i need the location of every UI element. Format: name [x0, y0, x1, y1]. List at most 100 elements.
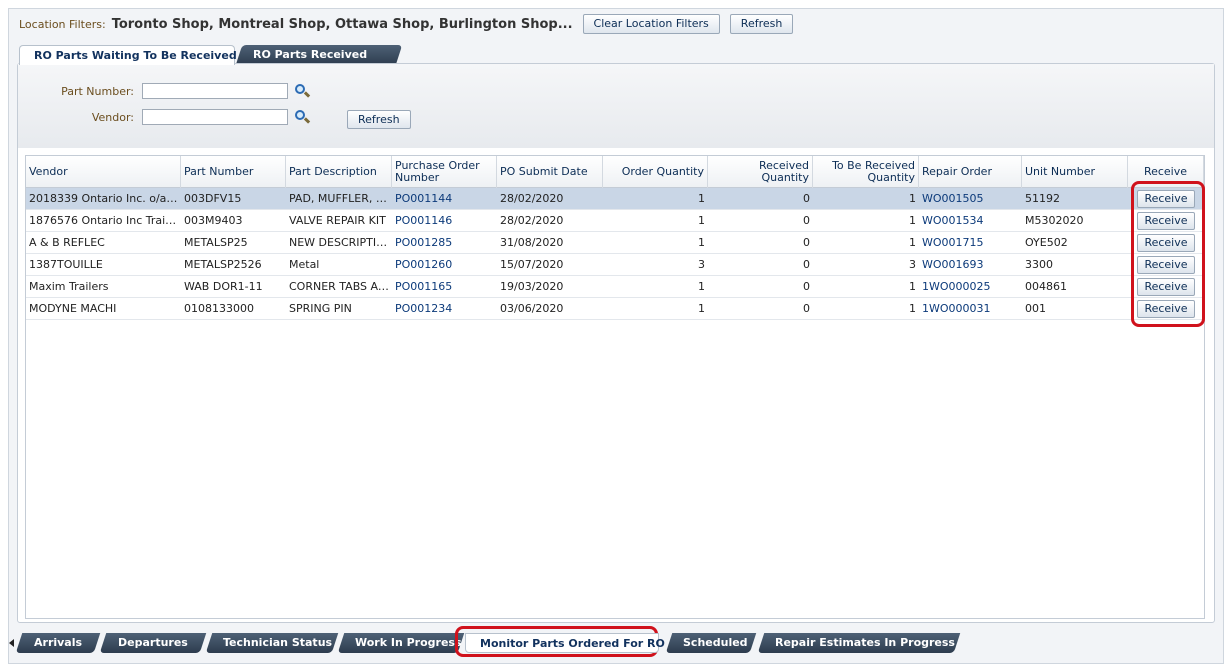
cell-part-description: NEW DESCRIPTIO...: [289, 236, 392, 249]
cell-unit-number: OYE502: [1025, 236, 1068, 249]
search-refresh-button[interactable]: Refresh: [347, 110, 411, 129]
receive-button[interactable]: Receive: [1137, 234, 1195, 252]
refresh-filters-button[interactable]: Refresh: [729, 14, 794, 34]
cell-purchase-order-number[interactable]: PO001144: [392, 188, 497, 210]
receive-button[interactable]: Receive: [1137, 300, 1195, 318]
column-header-repair-order[interactable]: Repair Order: [919, 156, 1022, 188]
table-row[interactable]: MODYNE MACHI 0108133000 SPRING PIN PO001234…: [26, 298, 1204, 320]
bottom-tab-label: Repair Estimates In Progress: [775, 636, 955, 649]
tab-ro-parts-received[interactable]: RO Parts Received: [235, 45, 403, 65]
cell-unit-number: 51192: [1025, 192, 1060, 205]
table-row[interactable]: 1876576 Ontario Inc Trailert... 003M9403 V…: [26, 210, 1204, 232]
cell-po-submit-date: 15/07/2020: [500, 258, 564, 271]
cell-repair-order[interactable]: 1WO000031: [919, 298, 1022, 320]
bottom-tab-scheduled[interactable]: Scheduled: [665, 633, 757, 653]
cell-part-description: CORNER TABS AQ...: [289, 280, 392, 293]
column-header-received-quantity[interactable]: Received Quantity: [708, 156, 813, 188]
cell-purchase-order-number[interactable]: PO001165: [392, 276, 497, 298]
bottom-tab-label: Monitor Parts Ordered For RO: [480, 637, 665, 650]
column-header-to-be-received-quantity[interactable]: To Be Received Quantity: [813, 156, 919, 188]
cell-purchase-order-number[interactable]: PO001146: [392, 210, 497, 232]
cell-repair-order[interactable]: 1WO000025: [919, 276, 1022, 298]
bottom-tab-label: Scheduled: [683, 636, 748, 649]
bottom-tab-label: Arrivals: [33, 636, 83, 649]
receive-button[interactable]: Receive: [1137, 278, 1195, 296]
cell-part-number: 003M9403: [184, 214, 243, 227]
bottom-tab-technician-status[interactable]: Technician Status: [205, 633, 339, 653]
bottom-tab-label: Departures: [118, 636, 188, 649]
cell-part-number: METALSP2526: [184, 258, 262, 271]
cell-repair-order[interactable]: WO001534: [919, 210, 1022, 232]
receive-button[interactable]: Receive: [1137, 190, 1195, 208]
cell-part-number: 003DFV15: [184, 192, 242, 205]
cell-received-quantity: 0: [803, 236, 810, 249]
cell-vendor: A & B REFLEC: [29, 236, 105, 249]
cell-received-quantity: 0: [803, 302, 810, 315]
cell-order-quantity: 1: [698, 214, 705, 227]
cell-to-be-received-quantity: 1: [909, 302, 916, 315]
bottom-tab-bar: Arrivals Departures Technician Status Work …: [13, 633, 1013, 655]
clear-location-filters-button[interactable]: Clear Location Filters: [582, 14, 720, 34]
column-header-part-number[interactable]: Part Number: [181, 156, 286, 188]
cell-po-submit-date: 31/08/2020: [500, 236, 564, 249]
table-row[interactable]: A & B REFLEC METALSP25 NEW DESCRIPTIO... PO…: [26, 232, 1204, 254]
part-number-label: Part Number:: [61, 84, 134, 98]
cell-po-submit-date: 03/06/2020: [500, 302, 564, 315]
cell-part-description: VALVE REPAIR KIT: [289, 214, 386, 227]
table-row[interactable]: 1387TOUILLE METALSP2526 Metal PO001260 15/07…: [26, 254, 1204, 276]
bottom-tab-work-in-progress[interactable]: Work In Progress: [337, 633, 465, 653]
cell-repair-order[interactable]: WO001505: [919, 188, 1022, 210]
cell-po-submit-date: 28/02/2020: [500, 214, 564, 227]
bottom-tab-monitor-parts-ordered-for-ro[interactable]: Monitor Parts Ordered For RO: [465, 633, 665, 653]
cell-purchase-order-number[interactable]: PO001260: [392, 254, 497, 276]
cell-unit-number: 004861: [1025, 280, 1067, 293]
cell-order-quantity: 1: [698, 236, 705, 249]
cell-po-submit-date: 19/03/2020: [500, 280, 564, 293]
cell-part-description: SPRING PIN: [289, 302, 352, 315]
cell-part-description: PAD, MUFFLER, 16...: [289, 192, 392, 205]
cell-purchase-order-number[interactable]: PO001234: [392, 298, 497, 320]
column-header-order-quantity[interactable]: Order Quantity: [603, 156, 708, 188]
bottom-tab-arrivals[interactable]: Arrivals: [15, 633, 101, 653]
search-area: [18, 64, 1214, 148]
receive-button[interactable]: Receive: [1137, 256, 1195, 274]
cell-order-quantity: 1: [698, 302, 705, 315]
cell-order-quantity: 1: [698, 192, 705, 205]
app-window: Location Filters: Toronto Shop, Montreal…: [8, 8, 1224, 664]
cell-part-number: 0108133000: [184, 302, 254, 315]
table-row[interactable]: Maxim Trailers WAB DOR1-11 CORNER TABS AQ.…: [26, 276, 1204, 298]
cell-to-be-received-quantity: 3: [909, 258, 916, 271]
cell-to-be-received-quantity: 1: [909, 192, 916, 205]
column-header-part-description[interactable]: Part Description: [286, 156, 392, 188]
tab-ro-parts-waiting[interactable]: RO Parts Waiting To Be Received: [19, 45, 237, 65]
tab-label: RO Parts Received: [253, 48, 368, 61]
part-number-search-icon[interactable]: [294, 83, 311, 99]
column-header-po-submit-date[interactable]: PO Submit Date: [497, 156, 603, 188]
cell-unit-number: 001: [1025, 302, 1046, 315]
cell-unit-number: M5302020: [1025, 214, 1084, 227]
column-header-vendor[interactable]: Vendor: [26, 156, 181, 188]
column-header-purchase-order-number[interactable]: Purchase Order Number: [392, 156, 497, 188]
cell-purchase-order-number[interactable]: PO001285: [392, 232, 497, 254]
cell-vendor: 1387TOUILLE: [29, 258, 103, 271]
receive-button[interactable]: Receive: [1137, 212, 1195, 230]
cell-part-number: WAB DOR1-11: [184, 280, 263, 293]
bottom-tab-repair-estimates-in-progress[interactable]: Repair Estimates In Progress: [757, 633, 961, 653]
vendor-input[interactable]: [142, 109, 288, 125]
grid-header: Vendor Part Number Part Description Purchas…: [26, 156, 1204, 188]
location-filter-bar: Location Filters: Toronto Shop, Montreal…: [9, 9, 1223, 39]
vendor-search-icon[interactable]: [294, 109, 311, 125]
cell-repair-order[interactable]: WO001715: [919, 232, 1022, 254]
cell-part-description: Metal: [289, 258, 320, 271]
location-filters-value: Toronto Shop, Montreal Shop, Ottawa Shop…: [111, 16, 573, 32]
vendor-row: Vendor:: [18, 108, 311, 126]
cell-part-number: METALSP25: [184, 236, 248, 249]
parts-grid: Vendor Part Number Part Description Purchas…: [25, 155, 1205, 619]
bottom-tab-departures[interactable]: Departures: [99, 633, 207, 653]
part-number-input[interactable]: [142, 83, 288, 99]
column-header-receive[interactable]: Receive: [1128, 156, 1204, 188]
column-header-unit-number[interactable]: Unit Number: [1022, 156, 1128, 188]
cell-vendor: 1876576 Ontario Inc Trailert...: [29, 214, 181, 227]
table-row[interactable]: 2018339 Ontario Inc. o/a Ac... 003DFV15 PA…: [26, 188, 1204, 210]
cell-repair-order[interactable]: WO001693: [919, 254, 1022, 276]
